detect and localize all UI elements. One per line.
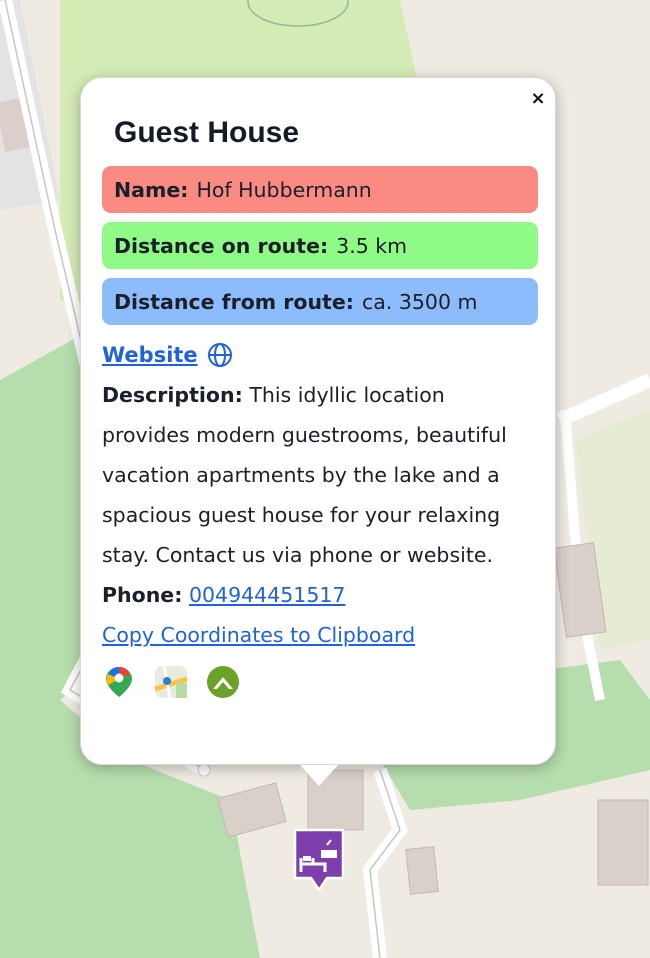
description-label: Description: [102,383,243,407]
website-link[interactable]: Website [102,343,198,367]
phone-label: Phone: [102,583,183,607]
komoot-icon[interactable] [206,665,240,699]
distance-on-route-badge: Distance on route: 3.5 km [102,222,538,269]
copy-coordinates-link[interactable]: Copy Coordinates to Clipboard [102,623,415,647]
name-badge: Name: Hof Hubbermann [102,166,538,213]
name-value: Hof Hubbermann [196,177,372,202]
close-button[interactable]: × [527,88,549,110]
phone-row: Phone: 004944451517 [102,575,538,615]
website-row: Website [102,339,538,371]
name-label: Name: [114,177,189,202]
poi-popup: × Guest House Name: Hof Hubbermann Dista… [80,77,556,765]
popup-title: Guest House [114,116,300,149]
distance-from-route-badge: Distance from route: ca. 3500 m [102,278,538,325]
distance-from-route-value: ca. 3500 m [361,289,478,314]
distance-on-route-label: Distance on route: [114,233,329,258]
apple-maps-icon[interactable] [154,665,188,699]
description: Description: This idyllic location provi… [102,375,538,575]
phone-link[interactable]: 004944451517 [189,583,346,607]
description-text: This idyllic location provides modern gu… [102,383,507,567]
guest-house-marker[interactable] [291,828,347,894]
google-maps-icon[interactable] [102,665,136,699]
popup-pointer [300,765,338,786]
popup-content: Guest House Name: Hof Hubbermann Distanc… [102,114,538,699]
globe-icon[interactable] [207,342,233,368]
distance-from-route-label: Distance from route: [114,289,354,314]
distance-on-route-value: 3.5 km [336,233,408,258]
navigation-app-icons [102,665,538,699]
copy-row: Copy Coordinates to Clipboard [102,615,538,655]
